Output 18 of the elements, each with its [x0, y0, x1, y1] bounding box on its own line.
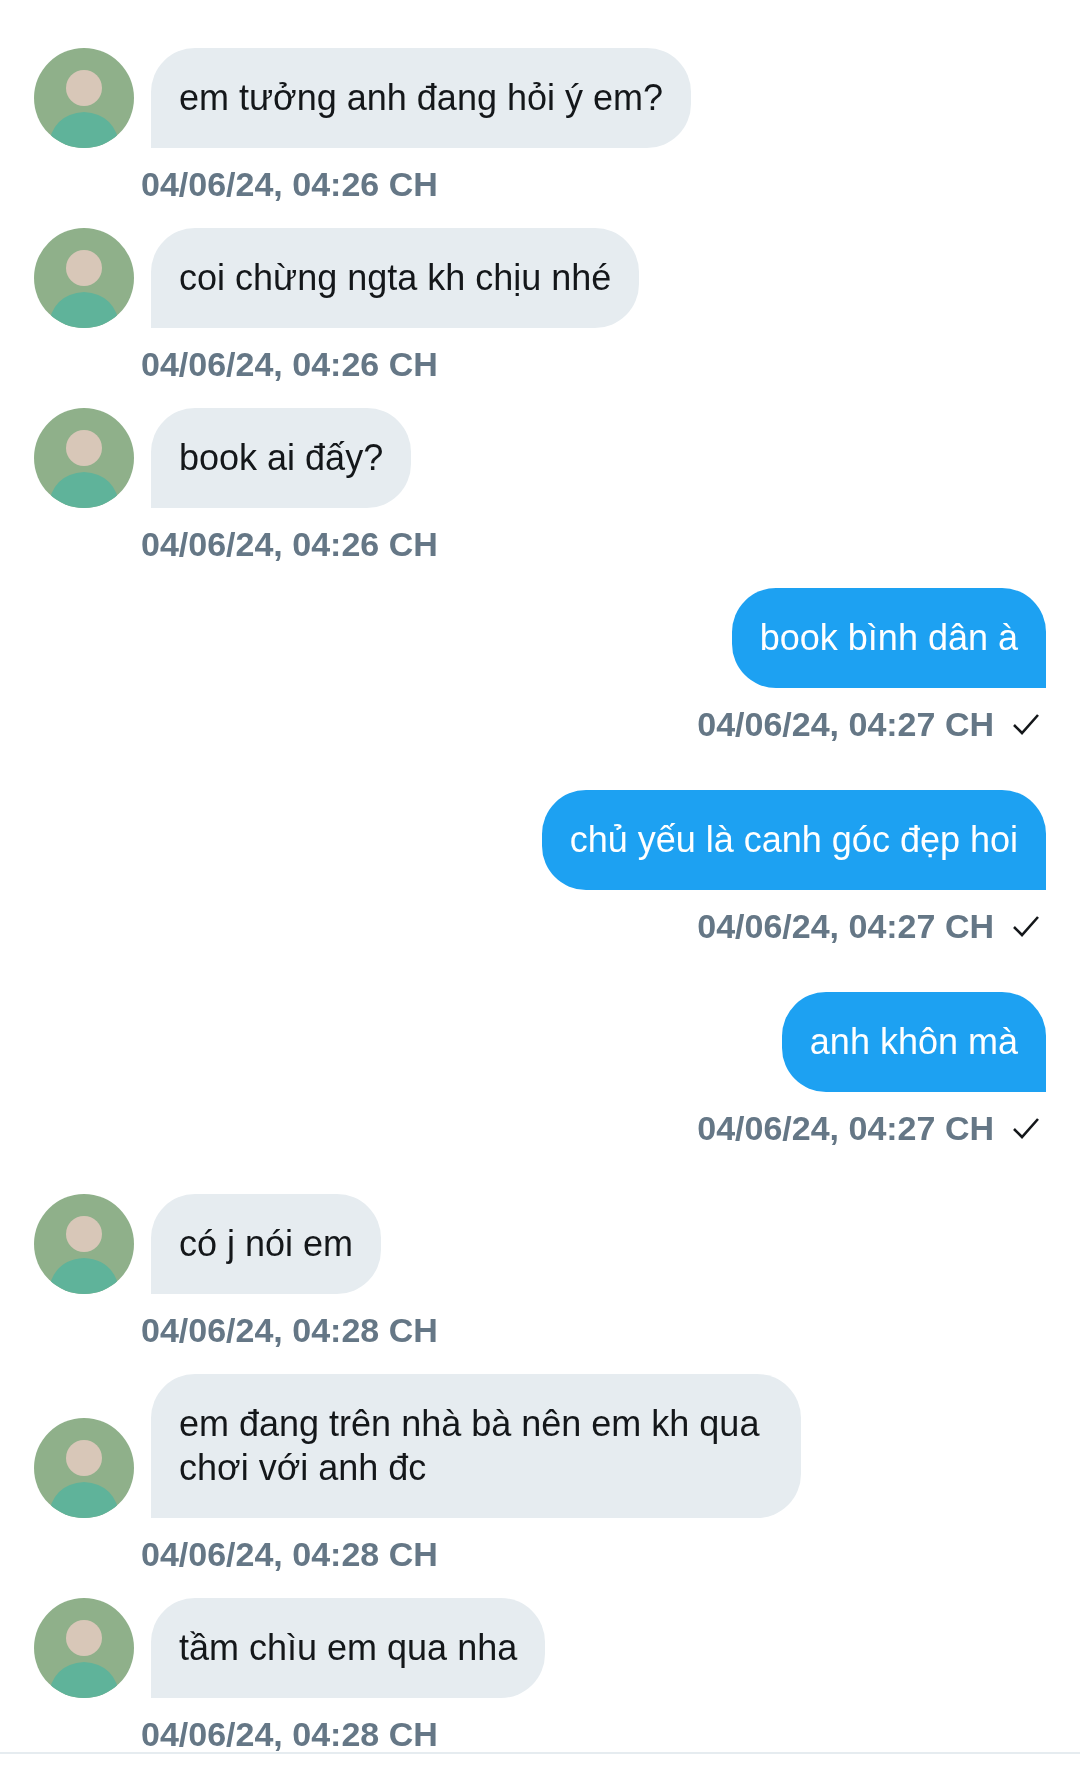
message-bubble: chủ yếu là canh góc đẹp hoi [541, 790, 1046, 890]
timestamp: 04/06/24, 04:28 CH [141, 1534, 438, 1574]
message-bubble: anh khôn mà [781, 992, 1046, 1092]
timestamp: 04/06/24, 04:26 CH [141, 164, 438, 204]
message-bubble: tầm chìu em qua nha [151, 1598, 546, 1698]
message-bubble: em đang trên nhà bà nên em kh qua chơi với anh đc [151, 1374, 801, 1518]
message-bubble: book bình dân à [731, 588, 1046, 688]
timestamp: 04/06/24, 04:27 CH [697, 704, 994, 744]
timestamp: 04/06/24, 04:26 CH [141, 344, 438, 384]
message-bubble: có j nói em [151, 1194, 382, 1294]
timestamp: 04/06/24, 04:28 CH [141, 1310, 438, 1350]
timestamp: 04/06/24, 04:26 CH [141, 524, 438, 564]
message-bubble: book ai đấy? [151, 408, 412, 508]
timestamp: 04/06/24, 04:28 CH [141, 1714, 438, 1754]
timestamp: 04/06/24, 04:27 CH [697, 906, 994, 946]
timestamp: 04/06/24, 04:27 CH [697, 1108, 994, 1148]
message-bubble: coi chừng ngta kh chịu nhé [151, 228, 640, 328]
message-bubble: em tưởng anh đang hỏi ý em? [151, 48, 691, 148]
